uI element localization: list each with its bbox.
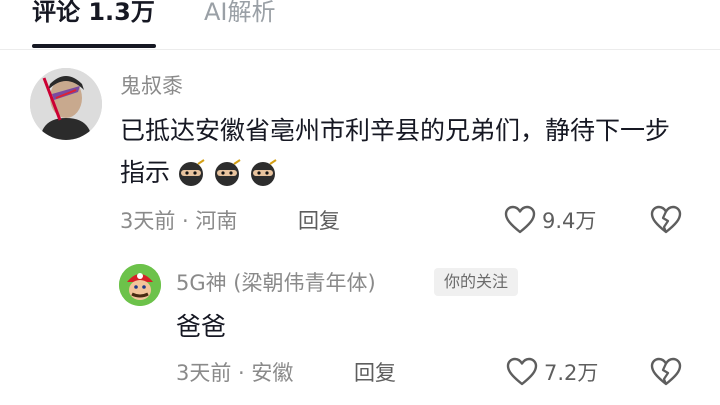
tab-ai-analysis[interactable]: AI解析 xyxy=(204,0,276,30)
avatar-image xyxy=(30,68,102,140)
broken-heart-icon xyxy=(650,357,682,386)
like-count: 9.4万 xyxy=(542,209,597,233)
ninja-emoji-icon xyxy=(215,159,241,186)
like-button[interactable]: 9.4万 xyxy=(504,205,596,235)
comment-text: 已抵达安徽省亳州市利辛县的兄弟们，静待下一步指示 xyxy=(120,110,680,195)
dislike-button[interactable] xyxy=(650,205,682,239)
heart-outline-icon xyxy=(506,357,538,386)
comment-username[interactable]: 鬼叔黍 xyxy=(120,73,183,99)
like-button[interactable]: 7.2万 xyxy=(506,357,598,387)
tabs-divider xyxy=(0,49,720,50)
ninja-emoji-icon xyxy=(251,159,277,186)
tab-comments[interactable]: 评论 1.3万 xyxy=(32,0,155,30)
comment-tabs: 评论 1.3万 AI解析 xyxy=(0,0,720,50)
avatar[interactable] xyxy=(30,68,102,140)
comment-body: 爸爸 xyxy=(176,312,227,341)
reply-button[interactable]: 回复 xyxy=(354,360,396,386)
ninja-emojis xyxy=(170,153,278,195)
reply-button[interactable]: 回复 xyxy=(298,208,340,234)
like-count: 7.2万 xyxy=(544,361,599,385)
dislike-button[interactable] xyxy=(650,357,682,391)
active-tab-indicator xyxy=(32,44,156,48)
avatar[interactable] xyxy=(119,264,161,306)
avatar-image xyxy=(119,264,161,306)
heart-outline-icon xyxy=(504,205,536,234)
comment-username[interactable]: 5G神 (梁朝伟青年体) xyxy=(176,270,376,296)
comment-meta: 3天前 · 河南 xyxy=(120,209,238,233)
broken-heart-icon xyxy=(650,205,682,234)
comment-meta: 3天前 · 安徽 xyxy=(176,361,294,385)
ninja-emoji-icon xyxy=(179,159,205,186)
following-badge: 你的关注 xyxy=(434,268,519,296)
